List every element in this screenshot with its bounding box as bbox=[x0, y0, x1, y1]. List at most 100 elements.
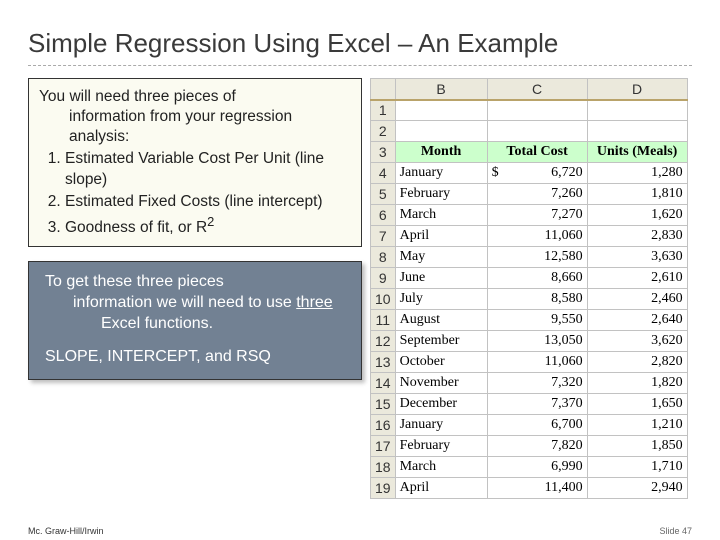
cell-month[interactable]: December bbox=[395, 394, 487, 415]
cell-units[interactable]: 1,820 bbox=[587, 373, 687, 394]
table-row: 9June8,6602,610 bbox=[371, 268, 688, 289]
cell-units[interactable]: 1,210 bbox=[587, 415, 687, 436]
row-header[interactable]: 15 bbox=[371, 394, 396, 415]
cell-units[interactable]: 3,630 bbox=[587, 247, 687, 268]
table-row: 15December7,3701,650 bbox=[371, 394, 688, 415]
header-units[interactable]: Units (Meals) bbox=[587, 142, 687, 163]
row-header[interactable]: 5 bbox=[371, 184, 396, 205]
cell-month[interactable]: April bbox=[395, 478, 487, 499]
header-cost[interactable]: Total Cost bbox=[487, 142, 587, 163]
table-row: 13October11,0602,820 bbox=[371, 352, 688, 373]
cell-cost[interactable]: 7,270 bbox=[487, 205, 587, 226]
cell-cost[interactable]: 8,660 bbox=[487, 268, 587, 289]
row-header[interactable]: 10 bbox=[371, 289, 396, 310]
cell-units[interactable]: 3,620 bbox=[587, 331, 687, 352]
cell-month[interactable]: August bbox=[395, 310, 487, 331]
cell-month[interactable]: July bbox=[395, 289, 487, 310]
col-header-D[interactable]: D bbox=[587, 79, 687, 100]
row-header[interactable]: 11 bbox=[371, 310, 396, 331]
cell-units[interactable]: 1,710 bbox=[587, 457, 687, 478]
cell-cost[interactable]: 13,050 bbox=[487, 331, 587, 352]
cell-cost[interactable]: 8,580 bbox=[487, 289, 587, 310]
cell-units[interactable] bbox=[587, 121, 687, 142]
cell-cost[interactable]: 6,990 bbox=[487, 457, 587, 478]
page-title: Simple Regression Using Excel – An Examp… bbox=[28, 28, 692, 59]
row-header[interactable]: 19 bbox=[371, 478, 396, 499]
cell-month[interactable]: February bbox=[395, 184, 487, 205]
cell-units[interactable]: 2,610 bbox=[587, 268, 687, 289]
header-month[interactable]: Month bbox=[395, 142, 487, 163]
cell-month[interactable]: September bbox=[395, 331, 487, 352]
table-row: 19April11,4002,940 bbox=[371, 478, 688, 499]
cell-month[interactable]: January bbox=[395, 415, 487, 436]
cell-units[interactable]: 2,460 bbox=[587, 289, 687, 310]
info-list: Estimated Variable Cost Per Unit (line s… bbox=[39, 149, 351, 238]
row-header[interactable]: 17 bbox=[371, 436, 396, 457]
info-item-1: Estimated Variable Cost Per Unit (line s… bbox=[65, 149, 351, 189]
copyright-footer: Mc. Graw-Hill/Irwin bbox=[28, 526, 104, 536]
table-row: 6March7,2701,620 bbox=[371, 205, 688, 226]
functions-para1: To get these three piecesinformation we … bbox=[45, 272, 349, 334]
cell-units[interactable]: 1,810 bbox=[587, 184, 687, 205]
cell-cost[interactable]: 7,320 bbox=[487, 373, 587, 394]
cell-units[interactable]: 1,280 bbox=[587, 163, 687, 184]
cell-cost[interactable]: 11,060 bbox=[487, 352, 587, 373]
row-header[interactable]: 16 bbox=[371, 415, 396, 436]
table-row: 10July8,5802,460 bbox=[371, 289, 688, 310]
r-squared-sup: 2 bbox=[207, 214, 214, 229]
col-header-B[interactable]: B bbox=[395, 79, 487, 100]
cell-cost[interactable]: 7,820 bbox=[487, 436, 587, 457]
cell-month[interactable]: October bbox=[395, 352, 487, 373]
cell-month[interactable] bbox=[395, 121, 487, 142]
table-row: 5February7,2601,810 bbox=[371, 184, 688, 205]
row-header[interactable]: 9 bbox=[371, 268, 396, 289]
cell-cost[interactable]: 6,700 bbox=[487, 415, 587, 436]
cell-cost[interactable]: 12,580 bbox=[487, 247, 587, 268]
row-header[interactable]: 14 bbox=[371, 373, 396, 394]
row-header[interactable]: 13 bbox=[371, 352, 396, 373]
row-header[interactable]: 2 bbox=[371, 121, 396, 142]
cell-cost[interactable] bbox=[487, 100, 587, 121]
cell-units[interactable] bbox=[587, 100, 687, 121]
cell-units[interactable]: 1,850 bbox=[587, 436, 687, 457]
col-header-C[interactable]: C bbox=[487, 79, 587, 100]
cell-month[interactable] bbox=[395, 100, 487, 121]
table-row: 11August9,5502,640 bbox=[371, 310, 688, 331]
cell-month[interactable]: January bbox=[395, 163, 487, 184]
cell-units[interactable]: 1,650 bbox=[587, 394, 687, 415]
spreadsheet: BCD123MonthTotal CostUnits (Meals)4Janua… bbox=[370, 78, 688, 499]
cell-units[interactable]: 2,640 bbox=[587, 310, 687, 331]
cell-month[interactable]: March bbox=[395, 205, 487, 226]
cell-cost[interactable]: 7,260 bbox=[487, 184, 587, 205]
row-header[interactable]: 6 bbox=[371, 205, 396, 226]
cell-units[interactable]: 2,940 bbox=[587, 478, 687, 499]
cell-month[interactable]: February bbox=[395, 436, 487, 457]
title-divider bbox=[28, 65, 692, 66]
cell-month[interactable]: November bbox=[395, 373, 487, 394]
row-header[interactable]: 4 bbox=[371, 163, 396, 184]
cell-cost[interactable]: 11,060 bbox=[487, 226, 587, 247]
cell-cost[interactable]: 9,550 bbox=[487, 310, 587, 331]
cell-month[interactable]: March bbox=[395, 457, 487, 478]
cell-cost[interactable]: $6,720 bbox=[487, 163, 587, 184]
row-header[interactable]: 1 bbox=[371, 100, 396, 121]
cell-units[interactable]: 1,620 bbox=[587, 205, 687, 226]
cell-month[interactable]: April bbox=[395, 226, 487, 247]
table-row: 4January$6,7201,280 bbox=[371, 163, 688, 184]
table-row: 18March6,9901,710 bbox=[371, 457, 688, 478]
row-header[interactable]: 18 bbox=[371, 457, 396, 478]
cell-units[interactable]: 2,820 bbox=[587, 352, 687, 373]
cell-month[interactable]: May bbox=[395, 247, 487, 268]
table-row: 8May12,5803,630 bbox=[371, 247, 688, 268]
row-header[interactable]: 8 bbox=[371, 247, 396, 268]
row-header[interactable]: 12 bbox=[371, 331, 396, 352]
cell-cost[interactable]: 11,400 bbox=[487, 478, 587, 499]
cell-cost[interactable]: 7,370 bbox=[487, 394, 587, 415]
sheet-corner bbox=[371, 79, 396, 100]
row-header[interactable]: 7 bbox=[371, 226, 396, 247]
cell-cost[interactable] bbox=[487, 121, 587, 142]
cell-units[interactable]: 2,830 bbox=[587, 226, 687, 247]
functions-para2: SLOPE, INTERCEPT, and RSQ bbox=[45, 347, 349, 368]
row-header[interactable]: 3 bbox=[371, 142, 396, 163]
cell-month[interactable]: June bbox=[395, 268, 487, 289]
